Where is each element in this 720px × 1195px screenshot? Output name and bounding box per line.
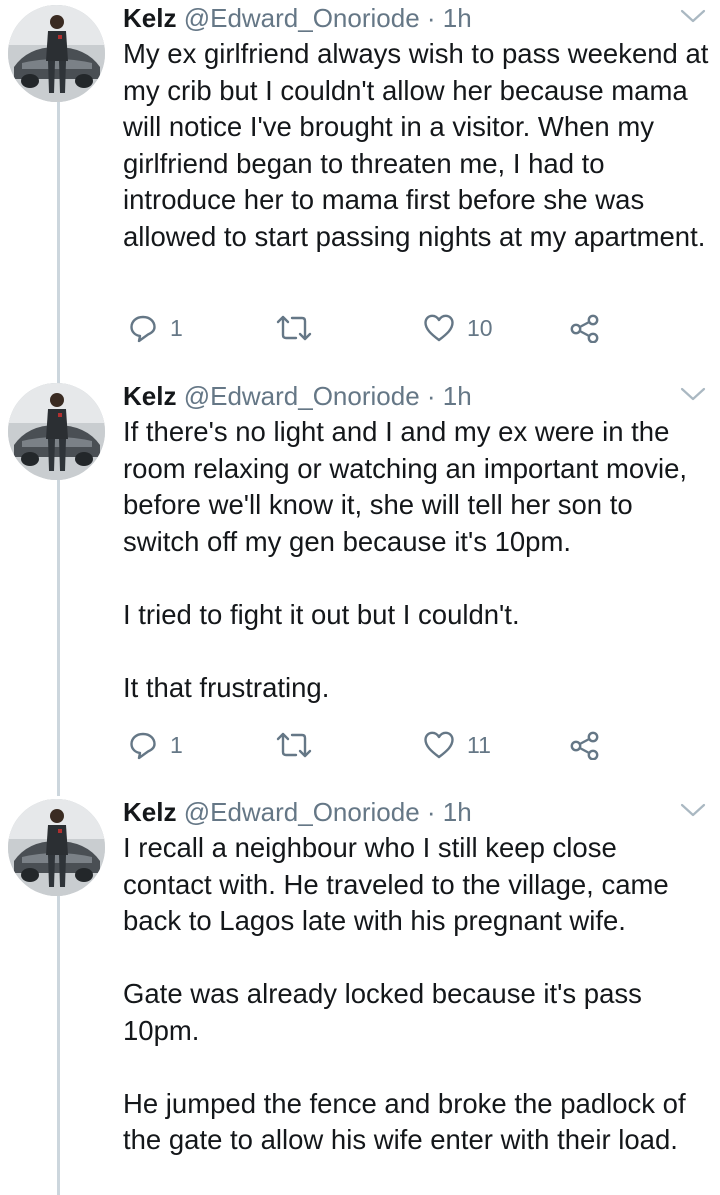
chevron-down-icon[interactable]	[680, 8, 706, 24]
chevron-down-icon[interactable]	[680, 802, 706, 818]
heart-icon	[424, 731, 454, 759]
share-button[interactable]	[568, 725, 602, 765]
like-button[interactable]: 11	[423, 725, 491, 765]
tweet-actions: 1 11	[123, 725, 643, 765]
timestamp[interactable]: · 1h	[427, 381, 472, 411]
tweet-actions: 1 10	[123, 308, 643, 348]
avatar[interactable]	[8, 383, 105, 480]
share-icon	[570, 314, 599, 343]
timestamp[interactable]: · 1h	[427, 3, 472, 33]
author-handle[interactable]: @Edward_Onoriode	[184, 797, 420, 827]
tweet-paragraph: I recall a neighbour who I still keep cl…	[123, 832, 669, 936]
reply-count: 1	[170, 731, 183, 758]
tweet-paragraph: My ex girlfriend always wish to pass wee…	[123, 38, 709, 252]
reply-icon	[130, 315, 156, 343]
like-count: 11	[467, 731, 491, 758]
reply-button[interactable]: 1	[128, 308, 183, 348]
author-name[interactable]: Kelz	[123, 797, 176, 827]
tweet-paragraph: He jumped the fence and broke the padloc…	[123, 1087, 686, 1156]
tweet-content: Kelz @Edward_Onoriode · 1h If there's no…	[123, 379, 710, 706]
avatar-image	[8, 799, 105, 896]
avatar[interactable]	[8, 799, 105, 896]
reply-button[interactable]: 1	[128, 725, 183, 765]
avatar-image	[8, 383, 105, 480]
like-button[interactable]: 10	[423, 308, 493, 348]
reply-icon	[130, 732, 156, 760]
author-name[interactable]: Kelz	[123, 381, 176, 411]
like-count: 10	[467, 314, 493, 341]
tweet[interactable]: Kelz @Edward_Onoriode · 1h I recall a ne…	[0, 794, 720, 1195]
chevron-down-icon[interactable]	[680, 386, 706, 402]
author-handle[interactable]: @Edward_Onoriode	[184, 3, 420, 33]
retweet-icon	[276, 315, 312, 341]
tweet-text: If there's no light and I and my ex were…	[123, 414, 710, 706]
share-icon	[570, 731, 599, 760]
heart-icon	[424, 314, 454, 342]
tweet-text: My ex girlfriend always wish to pass wee…	[123, 36, 710, 255]
retweet-button[interactable]	[275, 725, 313, 765]
tweet-paragraph: Gate was already locked because it's pas…	[123, 978, 642, 1046]
tweet-header: Kelz @Edward_Onoriode · 1h	[123, 379, 710, 413]
tweet-content: Kelz @Edward_Onoriode · 1h I recall a ne…	[123, 795, 710, 1159]
tweet-header: Kelz @Edward_Onoriode · 1h	[123, 1, 710, 35]
retweet-button[interactable]	[275, 308, 313, 348]
retweet-icon	[276, 732, 312, 758]
timestamp[interactable]: · 1h	[427, 797, 472, 827]
author-name[interactable]: Kelz	[123, 3, 176, 33]
tweet-header: Kelz @Edward_Onoriode · 1h	[123, 795, 710, 829]
tweet[interactable]: Kelz @Edward_Onoriode · 1h My ex girlfri…	[0, 0, 720, 375]
tweet-text: I recall a neighbour who I still keep cl…	[123, 830, 710, 1159]
avatar-image	[8, 5, 105, 102]
author-handle[interactable]: @Edward_Onoriode	[184, 381, 420, 411]
tweet[interactable]: Kelz @Edward_Onoriode · 1h If there's no…	[0, 378, 720, 783]
tweet-paragraph: I tried to fight it out but I couldn't.	[123, 598, 520, 630]
share-button[interactable]	[568, 308, 602, 348]
avatar[interactable]	[8, 5, 105, 102]
tweet-paragraph: If there's no light and I and my ex were…	[123, 416, 688, 557]
reply-count: 1	[170, 314, 183, 341]
tweet-paragraph: It that frustrating.	[123, 671, 330, 703]
tweet-content: Kelz @Edward_Onoriode · 1h My ex girlfri…	[123, 1, 710, 255]
